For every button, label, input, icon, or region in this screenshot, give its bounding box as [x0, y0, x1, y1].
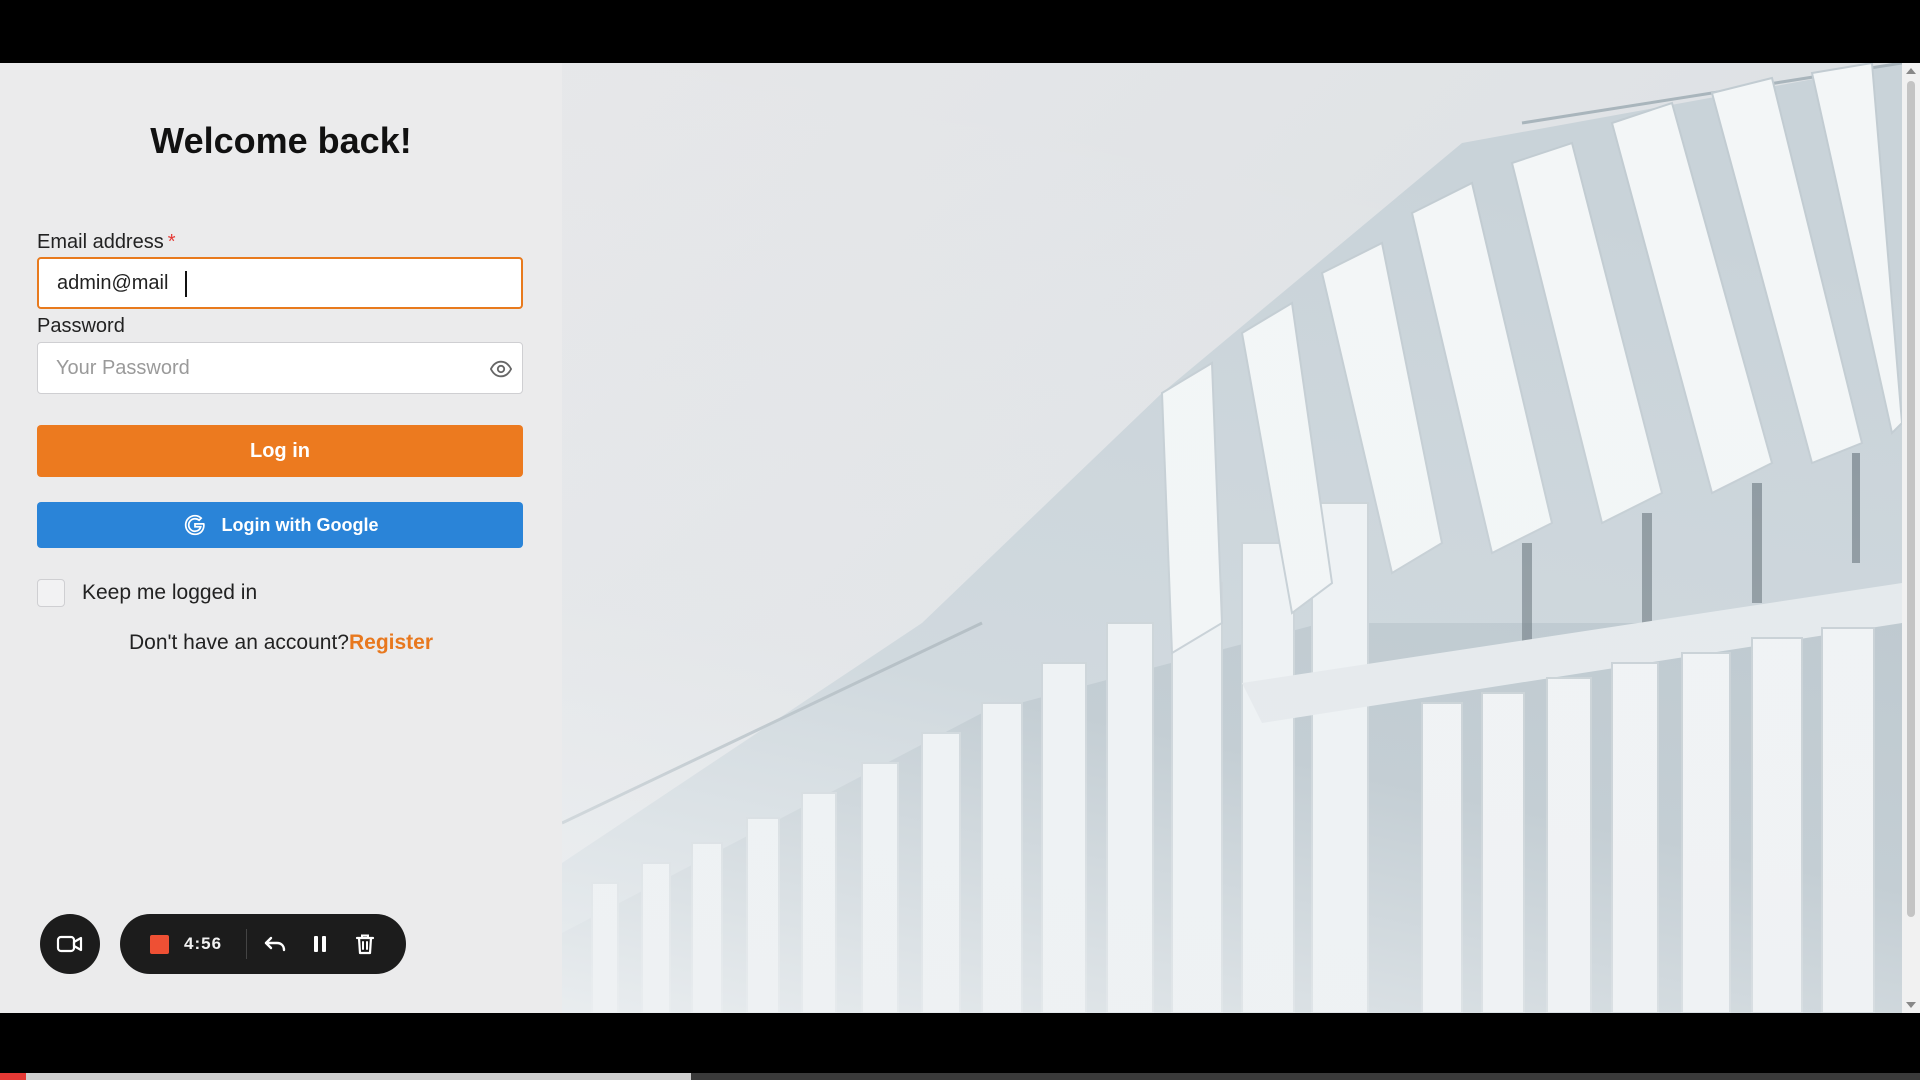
- architecture-illustration: [562, 63, 1902, 1013]
- keep-logged-in-checkbox[interactable]: [37, 579, 65, 607]
- keep-logged-in-label: Keep me logged in: [82, 581, 258, 604]
- stop-icon[interactable]: [150, 935, 169, 954]
- google-icon: [184, 514, 205, 536]
- password-label: Password: [37, 315, 125, 337]
- video-progress-marker: [0, 1073, 26, 1080]
- no-account-text: Don't have an account?: [128, 631, 349, 654]
- undo-icon[interactable]: [263, 932, 287, 956]
- text-caret: [185, 271, 187, 297]
- building-hero-image: [562, 63, 1902, 1013]
- register-prompt: Don't have an account?Register: [0, 631, 562, 655]
- scroll-up-arrow-icon[interactable]: [1906, 68, 1916, 74]
- page-title: Welcome back!: [150, 120, 412, 161]
- video-camera-icon: [56, 935, 83, 953]
- recording-toolbar: 4:56: [120, 914, 406, 974]
- recording-time: 4:56: [184, 934, 223, 953]
- login-panel: Welcome back! Email address* Password Lo…: [0, 63, 562, 1013]
- login-button[interactable]: Log in: [37, 425, 523, 477]
- vertical-scrollbar[interactable]: [1902, 63, 1920, 1013]
- password-input[interactable]: [37, 342, 523, 394]
- camera-toggle-button[interactable]: [40, 914, 100, 974]
- google-login-button[interactable]: Login with Google: [37, 502, 523, 548]
- required-mark: *: [167, 231, 176, 253]
- email-label-text: Email address: [37, 231, 164, 253]
- video-progress-bar[interactable]: [0, 1073, 1920, 1080]
- video-progress-fill: [0, 1073, 692, 1080]
- scroll-thumb[interactable]: [1907, 81, 1915, 917]
- email-label: Email address *: [37, 231, 176, 254]
- eye-icon[interactable]: [490, 358, 512, 380]
- trash-icon[interactable]: [353, 932, 377, 956]
- email-input[interactable]: [37, 257, 523, 309]
- scroll-down-arrow-icon[interactable]: [1906, 1002, 1916, 1008]
- register-link[interactable]: Register: [349, 631, 433, 654]
- toolbar-divider: [246, 929, 247, 959]
- google-button-label: Login with Google: [221, 514, 379, 535]
- pause-icon[interactable]: [308, 932, 332, 956]
- app-screen: Welcome back! Email address* Password Lo…: [0, 63, 1920, 1013]
